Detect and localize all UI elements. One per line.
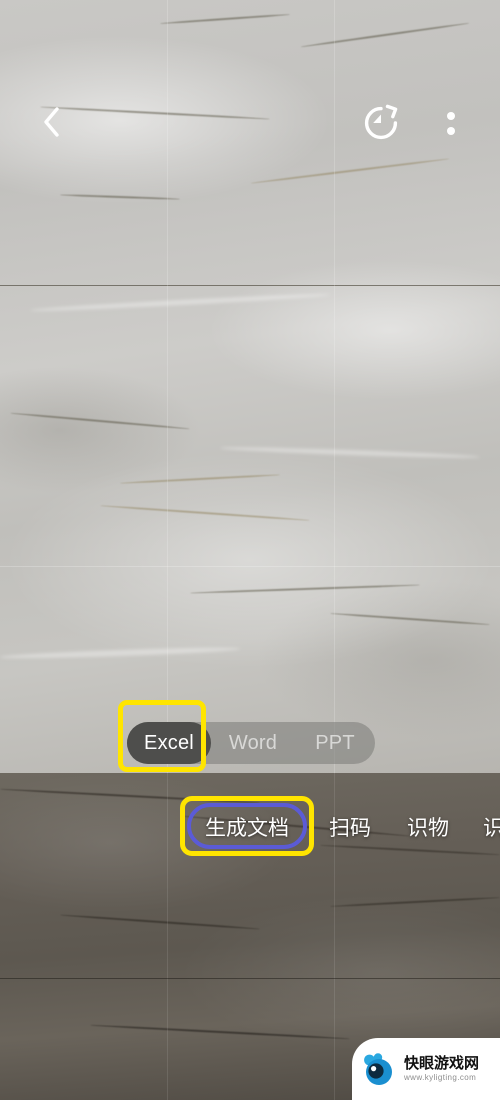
more-vertical-icon	[447, 111, 455, 135]
back-button[interactable]	[28, 98, 76, 146]
camera-controls	[0, 900, 500, 1040]
format-selector: Excel Word PPT	[127, 722, 375, 764]
mode-scan-code[interactable]: 扫码	[327, 805, 373, 849]
timer-button[interactable]	[356, 98, 406, 148]
watermark-url: www.kyligting.com	[404, 1073, 477, 1082]
format-pill-group: Excel Word PPT	[127, 722, 375, 764]
camera-mode-row: 生成文档 扫码 识物 识	[0, 805, 500, 849]
mode-generate-document[interactable]: 生成文档	[192, 805, 302, 849]
camera-screen: Excel Word PPT 生成文档 扫码 识物 识 快眼游戏网 www.ky…	[0, 0, 500, 1100]
mode-identify-object[interactable]: 识物	[405, 805, 451, 849]
top-toolbar	[0, 48, 500, 140]
timer-clock-icon	[364, 104, 398, 140]
watermark-title: 快眼游戏网	[404, 1055, 480, 1072]
format-option-word[interactable]: Word	[211, 722, 295, 764]
mouse-logo-icon	[362, 1052, 398, 1086]
watermark: 快眼游戏网 www.kyligting.com	[352, 1038, 500, 1100]
format-option-ppt[interactable]: PPT	[295, 722, 375, 764]
format-option-excel[interactable]: Excel	[127, 722, 211, 764]
more-options-button[interactable]	[428, 98, 474, 148]
watermark-text: 快眼游戏网 www.kyligting.com	[404, 1055, 479, 1083]
chevron-left-icon	[44, 107, 59, 137]
mode-identify-partial[interactable]: 识	[483, 805, 500, 849]
